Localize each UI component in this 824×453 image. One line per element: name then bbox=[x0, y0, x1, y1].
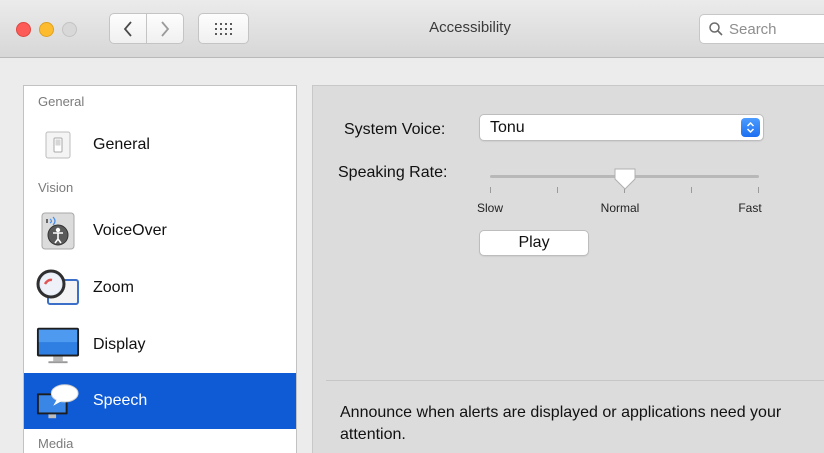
speech-bubble-icon bbox=[36, 379, 80, 423]
chevron-left-icon bbox=[123, 20, 132, 37]
slider-tick bbox=[691, 187, 692, 193]
section-header-vision: Vision bbox=[38, 180, 74, 195]
search-input[interactable] bbox=[729, 20, 819, 38]
search-icon bbox=[709, 22, 723, 36]
sidebar-item-label: Speech bbox=[93, 392, 148, 409]
magnifier-icon bbox=[36, 266, 80, 310]
sidebar-item-voiceover[interactable]: VoiceOver bbox=[24, 203, 296, 259]
switch-icon bbox=[36, 123, 80, 167]
show-all-button[interactable] bbox=[198, 13, 249, 44]
sidebar-item-general[interactable]: General bbox=[24, 117, 296, 173]
close-window-button[interactable] bbox=[16, 22, 31, 37]
rate-tick-fast: Fast bbox=[738, 201, 762, 215]
system-voice-popup[interactable]: Tonu bbox=[479, 114, 764, 141]
sidebar-item-zoom[interactable]: Zoom bbox=[24, 260, 296, 316]
system-voice-label: System Voice: bbox=[344, 121, 446, 138]
sidebar[interactable]: General General Vision VoiceOver Zoom Di… bbox=[23, 85, 297, 453]
chevron-right-icon bbox=[161, 20, 170, 37]
announce-alerts-label: Announce when alerts are displayed or ap… bbox=[340, 404, 782, 443]
slider-thumb[interactable] bbox=[613, 167, 637, 191]
voiceover-icon bbox=[36, 209, 80, 253]
section-header-media: Media bbox=[38, 436, 74, 451]
grid-icon bbox=[214, 22, 232, 35]
section-divider bbox=[326, 380, 824, 381]
rate-tick-normal: Normal bbox=[600, 201, 640, 215]
monitor-icon bbox=[36, 323, 80, 367]
sidebar-item-label: General bbox=[93, 136, 150, 153]
system-voice-value: Tonu bbox=[490, 119, 525, 136]
sidebar-item-label: Display bbox=[93, 336, 146, 353]
sidebar-item-label: Zoom bbox=[93, 279, 134, 296]
play-button[interactable]: Play bbox=[479, 230, 589, 256]
back-button[interactable] bbox=[109, 13, 147, 44]
sidebar-item-speech[interactable]: Speech bbox=[24, 373, 296, 429]
window-title: Accessibility bbox=[429, 19, 511, 36]
rate-tick-slow: Slow bbox=[476, 201, 504, 215]
forward-button[interactable] bbox=[146, 13, 184, 44]
sidebar-item-label: VoiceOver bbox=[93, 222, 167, 239]
sidebar-item-display[interactable]: Display bbox=[24, 317, 296, 373]
section-header-general: General bbox=[38, 94, 85, 109]
slider-tick bbox=[758, 187, 759, 193]
slider-tick bbox=[557, 187, 558, 193]
search-field[interactable] bbox=[699, 14, 824, 44]
speaking-rate-label: Speaking Rate: bbox=[338, 164, 448, 181]
title-bar: Accessibility bbox=[0, 0, 824, 58]
popup-chevron-icon bbox=[741, 118, 760, 137]
zoom-window-button[interactable] bbox=[62, 22, 77, 37]
minimize-window-button[interactable] bbox=[39, 22, 54, 37]
slider-tick bbox=[490, 187, 491, 193]
speaking-rate-slider[interactable]: Slow Normal Fast bbox=[470, 160, 770, 220]
